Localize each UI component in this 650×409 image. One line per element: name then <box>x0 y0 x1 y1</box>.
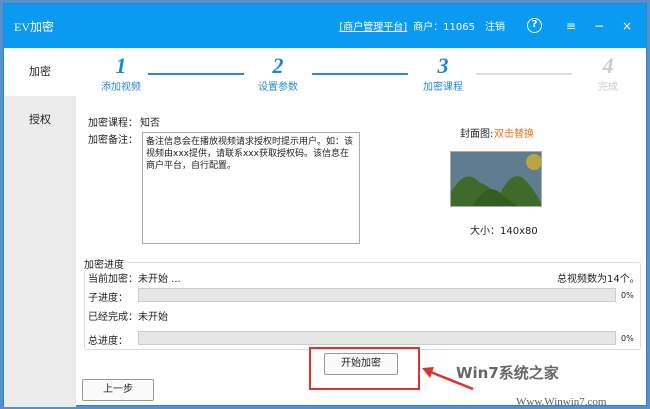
watermark-logo: Win7系统之家 <box>456 364 559 382</box>
cover-image[interactable] <box>450 151 542 207</box>
total-progress-bar <box>138 331 616 345</box>
total-videos: 总视频数为14个。 <box>557 274 640 285</box>
app-window: EV加密 [商户管理平台] 商户：11065 注销 ? ≡ − × 加密 授权 … <box>3 3 647 408</box>
sub-progress-percent: 0% <box>621 291 634 300</box>
note-label: 加密备注： <box>88 135 138 146</box>
step-connector <box>476 73 572 75</box>
close-button[interactable]: × <box>616 19 638 33</box>
completed-status: 已经完成：未开始 <box>88 312 168 323</box>
merchant-id: 商户：11065 <box>413 22 475 33</box>
step-1: 1 添加视频 <box>101 53 141 94</box>
step-connector <box>312 73 408 75</box>
step-connector <box>148 73 244 75</box>
watermark-url: Www.Winwin7.com <box>516 396 607 408</box>
step-4: 4 完成 <box>598 53 618 94</box>
total-progress-percent: 0% <box>621 334 634 343</box>
current-encrypt-status: 当前加密：未开始 ... <box>88 274 181 285</box>
progress-group-label: 加密进度 <box>84 256 126 271</box>
merchant-platform-link[interactable]: [商户管理平台] <box>339 18 407 33</box>
cover-label: 封面图: <box>460 129 494 140</box>
total-progress-label: 总进度： <box>88 336 128 347</box>
previous-step-button[interactable]: 上一步 <box>82 379 154 401</box>
course-value: 知否 <box>140 118 160 129</box>
help-icon[interactable]: ? <box>527 18 542 33</box>
sidebar-tab-authorize[interactable]: 授权 <box>4 96 76 144</box>
title-bar: EV加密 [商户管理平台] 商户：11065 注销 ? ≡ − × <box>4 4 646 48</box>
minimize-button[interactable]: − <box>588 19 610 33</box>
sidebar-tab-encrypt[interactable]: 加密 <box>4 48 76 96</box>
cover-replace-link[interactable]: 双击替换 <box>494 125 534 140</box>
start-encrypt-button[interactable]: 开始加密 <box>324 353 398 375</box>
app-title: EV加密 <box>14 20 54 34</box>
note-textarea[interactable]: 备注信息会在播放视频请求授权时提示用户。如：该视频由xxx提供，请联系xxx获取… <box>142 132 360 244</box>
cover-size: 大小：140x80 <box>470 226 538 237</box>
step-2: 2 设置参数 <box>258 53 298 94</box>
menu-icon[interactable]: ≡ <box>560 19 582 33</box>
course-label: 加密课程： <box>88 118 138 129</box>
step-3: 3 加密课程 <box>423 53 463 94</box>
sub-progress-label: 子进度： <box>88 293 128 304</box>
step-indicator: 1 添加视频 2 设置参数 3 加密课程 4 完成 <box>76 48 646 98</box>
sub-progress-bar <box>138 288 616 302</box>
sidebar: 加密 授权 <box>4 48 76 407</box>
logout-link[interactable]: 注销 <box>485 18 505 33</box>
